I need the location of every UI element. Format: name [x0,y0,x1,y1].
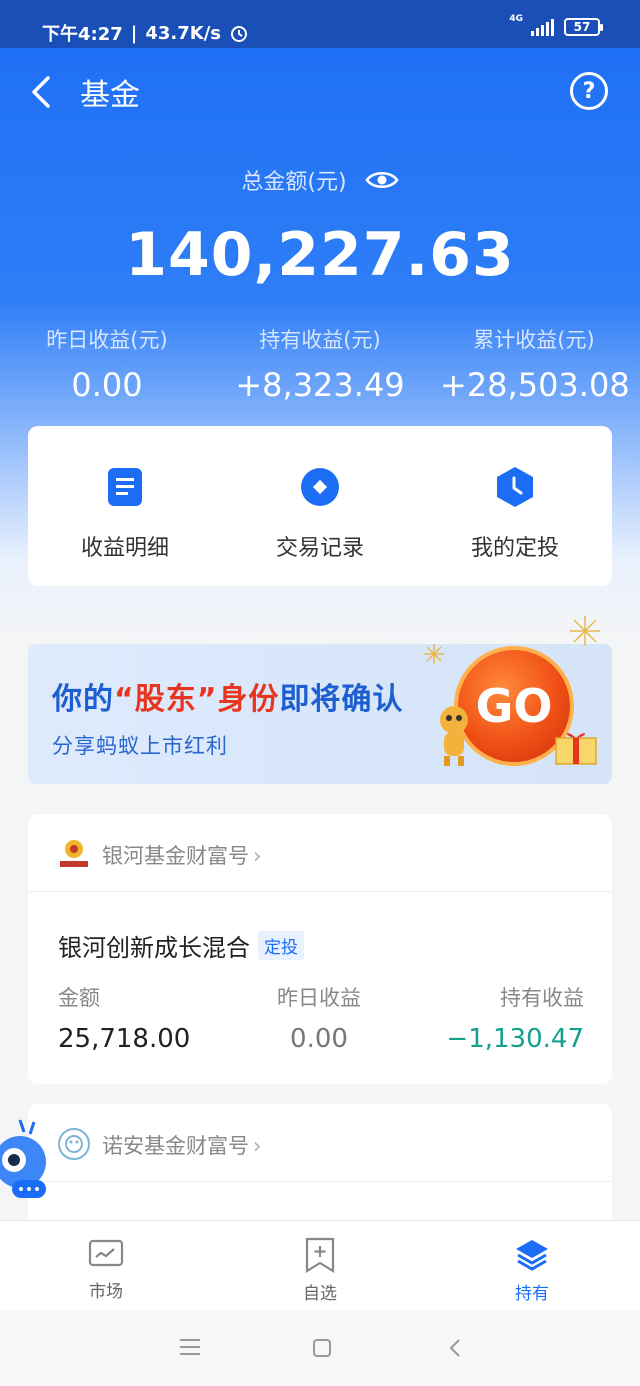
fund-name-text: 银河创新成长混合 [58,934,250,962]
eye-icon[interactable] [365,168,399,192]
document-icon [108,468,142,506]
total-amount-value: 140,227.63 [125,220,515,290]
banner-title-quote: “股东” [114,682,218,717]
mascot-icon [440,706,468,766]
status-bar: 下午4:27 | 43.7K/s 4G 57 [0,0,640,48]
back-icon[interactable] [28,72,56,112]
signal-icon [531,18,554,36]
sparkle-icon [570,616,600,646]
stat-label: 昨日收益(元) [46,328,168,352]
quick-action-earnings-detail[interactable]: 收益明细 [28,466,222,562]
galaxy-fund-logo-icon [60,840,88,867]
battery-level: 57 [573,20,591,34]
network-type: 4G [509,14,523,24]
chevron-right-icon: › [253,844,262,868]
system-nav-bar [0,1310,640,1386]
metric-label: 金额 [58,986,100,1010]
stat-label: 持有收益(元) [259,328,381,352]
fund-org-text: 诺安基金财富号 [102,1134,249,1158]
fund-org-text: 银河基金财富号 [102,844,249,868]
fund-org-header[interactable]: 银河基金财富号 › [28,814,612,892]
tab-market[interactable]: 市场 [46,1237,166,1302]
banner-title-part2: 身份 [217,682,280,717]
stat-label: 累计收益(元) [473,328,595,352]
chevron-right-icon: › [253,1134,262,1158]
metric-label: 昨日收益 [277,986,361,1010]
banner-title-part1: 你的 [52,682,114,717]
stat-yesterday: 昨日收益(元) 0.00 [32,324,182,404]
fund-tag-badge: 定投 [258,931,304,960]
nav-bar: 基金 ? [0,48,640,134]
help-icon[interactable]: ? [570,72,608,110]
bottom-tab-bar: 市场 自选 持有 [0,1220,640,1310]
tab-holdings[interactable]: 持有 [472,1237,592,1304]
quick-action-label: 交易记录 [275,536,364,561]
fund-holding: 持有收益 −1,130.47 [446,982,584,1054]
quick-action-my-plans[interactable]: 我的定投 [418,466,612,562]
banner-subtitle: 分享蚂蚁上市红利 [52,734,228,758]
gift-icon [555,733,597,765]
quick-action-label: 我的定投 [470,536,559,561]
nuoan-fund-logo-icon [58,1128,90,1160]
fund-org-name: 诺安基金财富号 › [102,1130,261,1160]
quick-action-trade-records[interactable]: 交易记录 [223,466,417,562]
alarm-icon [231,26,248,42]
total-amount-label-row: 总金额(元) [0,164,640,196]
quick-actions-card: 收益明细 交易记录 我的定投 [28,426,612,586]
stat-cumulative: 累计收益(元) +28,503.08 [440,324,630,404]
fund-org-header[interactable]: 诺安基金财富号 › [28,1104,612,1182]
back-nav-icon[interactable] [448,1338,462,1362]
assistant-bot-icon[interactable] [0,1116,48,1200]
page-title: 基金 [80,78,140,113]
tab-watchlist[interactable]: 自选 [260,1237,380,1304]
menu-icon[interactable] [180,1338,200,1360]
quick-action-label: 收益明细 [80,536,169,561]
banner-title: 你的“股东”身份即将确认 [52,674,403,718]
status-divider: | [130,22,138,44]
total-amount-label: 总金额(元) [241,170,347,195]
stat-value: +8,323.49 [235,366,405,404]
bookmark-plus-icon [305,1237,335,1273]
promo-banner[interactable]: 你的“股东”身份即将确认 分享蚂蚁上市红利 GO [28,644,612,784]
status-net-speed: 43.7K/s [145,22,222,44]
tab-label: 持有 [515,1284,549,1304]
record-circle-icon [301,468,339,506]
sparkle-icon [424,644,444,664]
tab-label: 市场 [89,1282,123,1302]
banner-title-part3: 即将确认 [279,682,404,717]
metric-value: 25,718.00 [58,1024,191,1054]
battery-icon: 57 [564,18,603,36]
fund-yesterday: 昨日收益 0.00 [244,982,394,1054]
stat-holding: 持有收益(元) +8,323.49 [232,324,408,404]
tab-label: 自选 [303,1284,337,1304]
home-icon[interactable] [312,1338,332,1362]
fund-card: 诺安基金财富号 › [28,1104,612,1234]
fund-org-name: 银河基金财富号 › [102,840,261,870]
clock-shield-icon [497,467,533,507]
metric-label: 持有收益 [500,986,584,1010]
metric-value: 0.00 [290,1024,348,1054]
fund-name[interactable]: 银河创新成长混合 定投 [58,928,304,963]
fund-card: 银河基金财富号 › 银河创新成长混合 定投 金额 25,718.00 昨日收益 0.… [28,814,612,1084]
stat-value: 0.00 [71,366,143,404]
status-time: 下午4:27 [42,24,123,45]
market-icon [88,1239,124,1267]
metric-value: −1,130.47 [446,1024,584,1054]
layers-icon [516,1240,548,1271]
stat-value: +28,503.08 [440,366,630,404]
fund-amount: 金额 25,718.00 [58,982,190,1054]
